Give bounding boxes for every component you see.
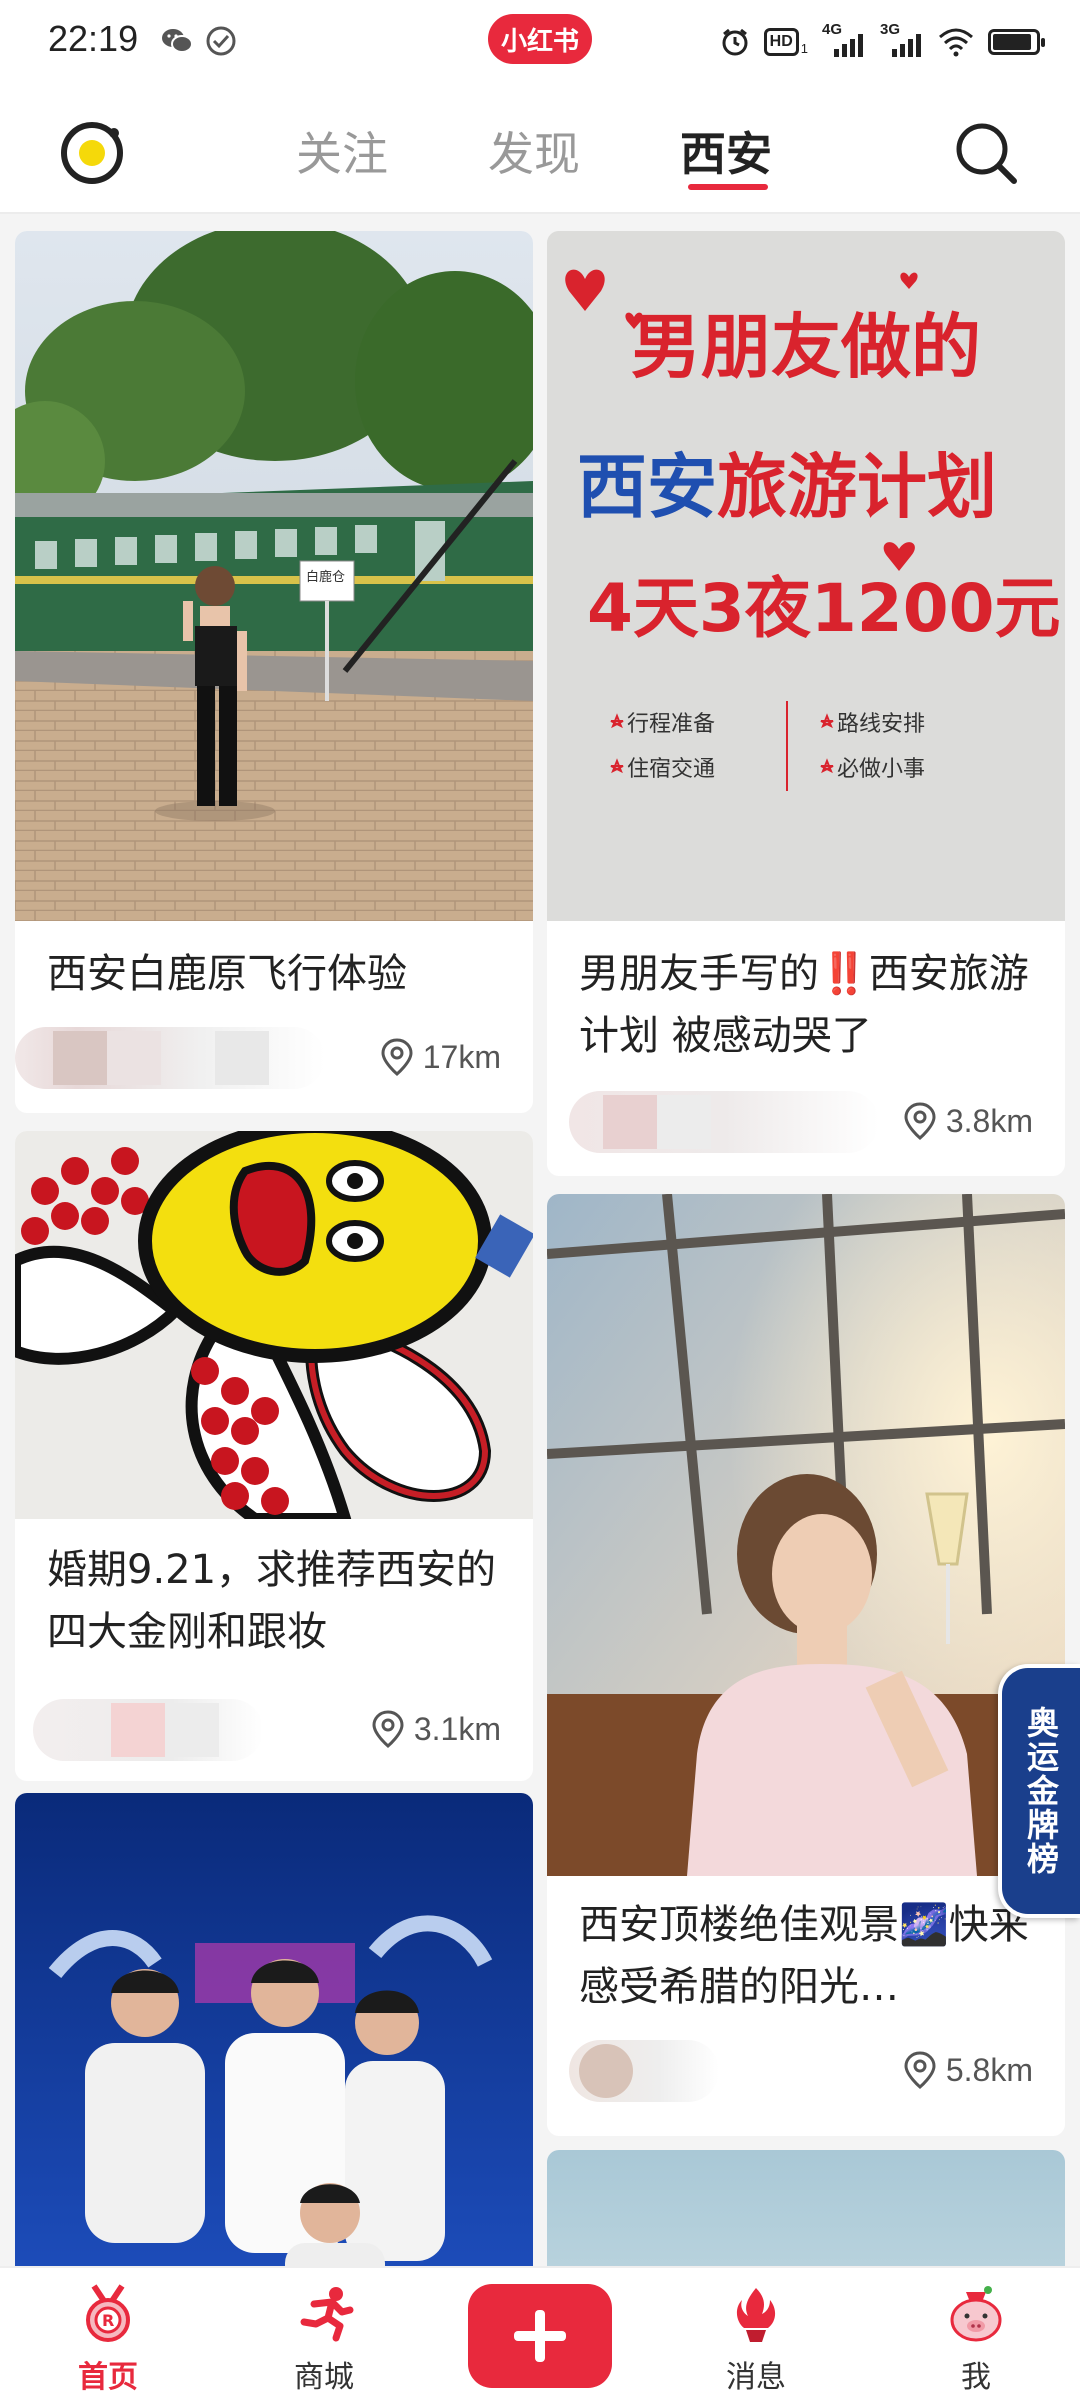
search-icon[interactable]	[952, 119, 1020, 187]
app-brand-badge: 小红书	[488, 14, 592, 64]
author-avatar-blurred[interactable]	[569, 2040, 719, 2102]
author-avatar-blurred[interactable]	[33, 1699, 263, 1761]
olympic-medal-board-tag[interactable]: 奥运金牌榜	[998, 1664, 1080, 1918]
handwritten-plan-photo: 男朋友做的 西安旅游计划 4天3夜1200元 行程准备 路线安排 住宿交通 必做…	[547, 231, 1065, 921]
note-cover-image[interactable]: 白鹿仓	[15, 231, 533, 921]
tab-follow[interactable]: 关注	[296, 118, 388, 184]
note-cover-image[interactable]	[15, 1131, 533, 1519]
nav-me[interactable]: 我	[906, 2268, 1046, 2400]
active-tab-indicator	[688, 184, 768, 190]
nav-home[interactable]: R 首页	[38, 2268, 178, 2400]
svg-text:必做小事: 必做小事	[837, 757, 925, 782]
location-pin-icon	[904, 1102, 936, 1140]
svg-text:行程准备: 行程准备	[627, 712, 715, 737]
note-cover-image[interactable]	[547, 1194, 1065, 1876]
poster-line1: 男朋友做的	[631, 306, 981, 388]
note-card[interactable]: 白鹿仓 西安白鹿原飞行体验 17km	[15, 231, 533, 1113]
note-card[interactable]	[15, 1793, 533, 2313]
distance-text: 3.1km	[413, 1710, 501, 1747]
pig-avatar-icon	[950, 2286, 1002, 2342]
wechat-icon	[162, 29, 193, 53]
status-bar: 22:19 小红书 HD 1 4G 3G	[0, 0, 1080, 84]
note-meta: 3.1km	[15, 1693, 533, 1765]
location-pin-icon	[381, 1038, 413, 1076]
author-avatar-blurred[interactable]	[15, 1027, 325, 1089]
tab-discover[interactable]: 发现	[488, 118, 580, 184]
flower-craft-photo	[15, 1131, 533, 1519]
status-time: 22:19	[48, 18, 139, 59]
nav-mall-label: 商城	[294, 2360, 354, 2395]
battery-icon	[988, 29, 1045, 55]
location-pin-icon	[904, 2051, 936, 2089]
note-meta: 3.8km	[547, 1085, 1065, 1157]
top-nav: 关注 发现 西安	[0, 84, 1080, 214]
note-title[interactable]: 男朋友手写的‼️西安旅游计划 被感动哭了	[579, 943, 1037, 1067]
alarm-icon	[722, 28, 748, 56]
hd-icon: HD 1	[763, 28, 808, 56]
author-avatar-blurred[interactable]	[569, 1091, 879, 1153]
signal-icon-2: 3G	[880, 21, 924, 57]
nav-messages-label: 消息	[726, 2360, 786, 2395]
torch-flame-icon	[736, 2288, 776, 2342]
runner-icon	[300, 2287, 354, 2342]
svg-text:路线安排: 路线安排	[837, 712, 925, 737]
svg-text:R: R	[102, 2311, 114, 2330]
note-card[interactable]: 婚期9.21，求推荐西安的四大金刚和跟妆 3.1km	[15, 1131, 533, 1781]
signal-icon: 4G	[822, 21, 866, 57]
home-medal-icon: R	[86, 2284, 130, 2342]
nav-messages[interactable]: 消息	[686, 2268, 826, 2400]
note-title[interactable]: 西安顶楼绝佳观景🌌快来感受希腊的阳光…	[579, 1894, 1037, 2018]
bottom-nav: R 首页 商城 消息 我	[0, 2266, 1080, 2400]
nav-me-label: 我	[961, 2360, 991, 2395]
distance-text: 5.8km	[945, 2051, 1033, 2088]
note-meta: 17km	[15, 1021, 533, 1093]
menu-icon[interactable]	[58, 119, 126, 187]
create-post-button[interactable]	[468, 2284, 612, 2388]
poster-line2b: 旅游计划	[717, 446, 997, 528]
status-indicators: HD 1 4G 3G	[720, 21, 1045, 62]
svg-text:西安旅游计划: 西安旅游计划	[577, 446, 997, 528]
nav-home-label: 首页	[78, 2360, 138, 2395]
poster-line3: 4天3夜1200元	[587, 570, 1061, 647]
check-circle-icon	[206, 26, 236, 56]
wifi-icon	[939, 28, 973, 57]
note-title[interactable]: 西安白鹿原飞行体验	[47, 943, 505, 1005]
note-cover-image[interactable]	[15, 1793, 533, 2313]
location-distance: 17km	[379, 1035, 501, 1079]
location-distance: 3.1km	[370, 1707, 501, 1751]
tab-local-xian[interactable]: 西安	[680, 118, 772, 184]
note-meta: 5.8km	[547, 2034, 1065, 2106]
svg-text:住宿交通: 住宿交通	[627, 757, 715, 782]
station-sign-text: 白鹿仓	[306, 569, 345, 585]
note-title[interactable]: 婚期9.21，求推荐西安的四大金刚和跟妆	[47, 1539, 505, 1663]
location-distance: 5.8km	[902, 2048, 1033, 2092]
note-cover-image[interactable]: 男朋友做的 西安旅游计划 4天3夜1200元 行程准备 路线安排 住宿交通 必做…	[547, 231, 1065, 921]
nav-mall[interactable]: 商城	[254, 2268, 394, 2400]
location-distance: 3.8km	[902, 1099, 1033, 1143]
concert-group-photo	[15, 1793, 533, 2313]
rooftop-champagne-photo	[547, 1194, 1065, 1876]
note-card[interactable]: 男朋友做的 西安旅游计划 4天3夜1200元 行程准备 路线安排 住宿交通 必做…	[547, 231, 1065, 1176]
distance-text: 17km	[422, 1038, 501, 1075]
app-screen: 22:19 小红书 HD 1 4G 3G 关注 发现 西安 白鹿仓 西安白鹿原飞…	[0, 0, 1080, 2400]
location-pin-icon	[372, 1710, 404, 1748]
note-card[interactable]: 西安顶楼绝佳观景🌌快来感受希腊的阳光… 5.8km	[547, 1194, 1065, 2136]
distance-text: 3.8km	[945, 1102, 1033, 1139]
poster-line2a: 西安	[577, 446, 717, 528]
train-platform-photo: 白鹿仓	[15, 231, 533, 921]
